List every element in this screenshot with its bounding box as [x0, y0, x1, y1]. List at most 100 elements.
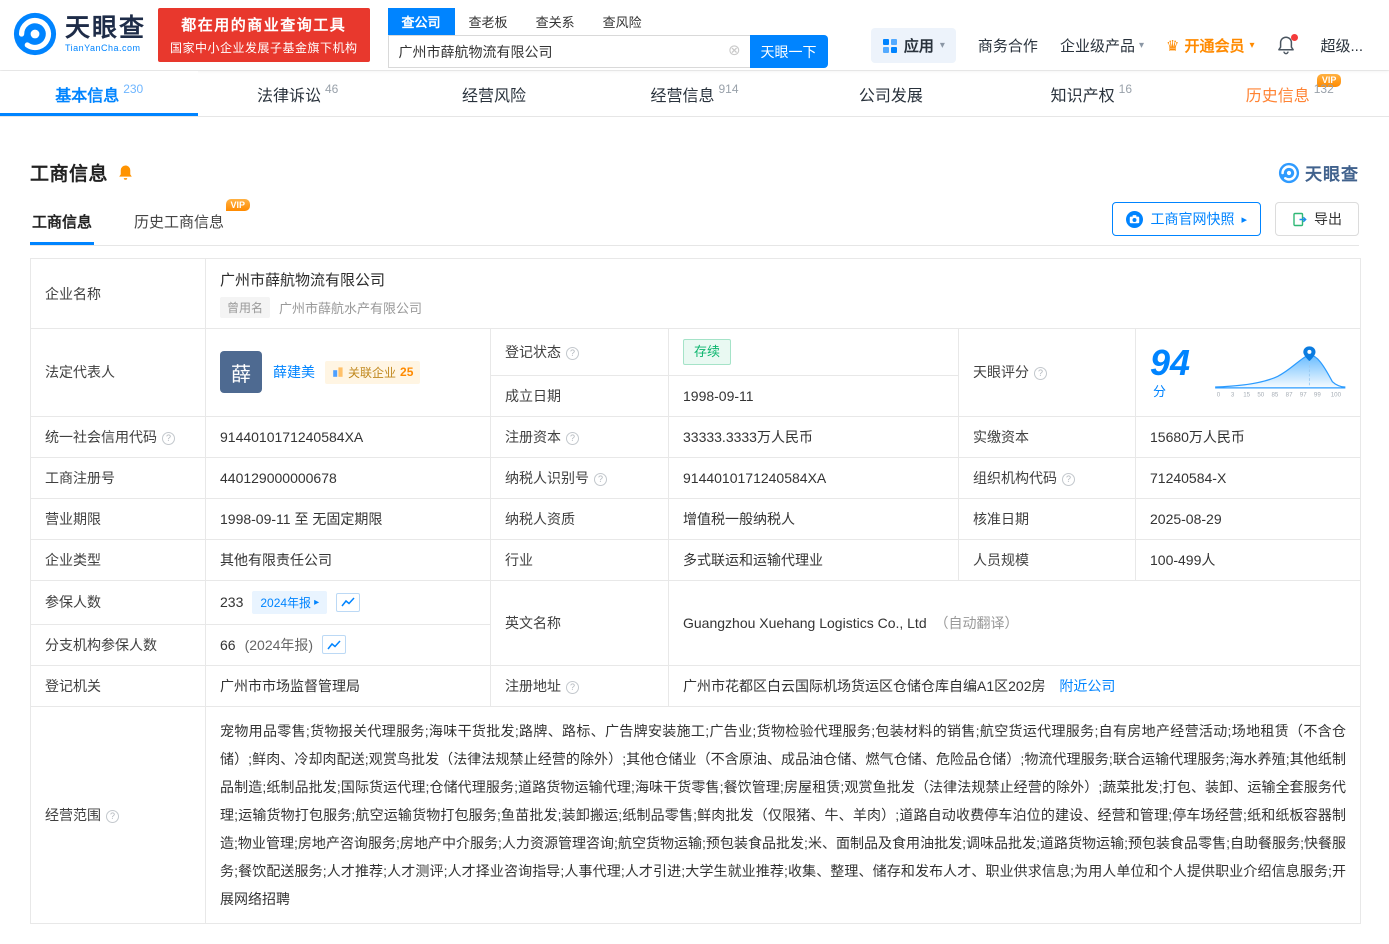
label-text: 分支机构参保人数 [45, 636, 157, 653]
label-text: 行业 [505, 551, 533, 568]
promo-banner: 都在用的商业查询工具 国家中小企业发展子基金旗下机构 [158, 8, 370, 62]
nearby-companies-link[interactable]: 附近公司 [1059, 678, 1115, 694]
super-vip-link[interactable]: 超级... [1320, 35, 1363, 56]
search-tab-risk[interactable]: 查风险 [589, 8, 656, 35]
business-cooperation-link[interactable]: 商务合作 [978, 35, 1038, 56]
trend-chart-icon[interactable] [336, 592, 361, 612]
vip-membership-link[interactable]: ♛ 开通会员 ▾ [1166, 35, 1255, 56]
field-label-business-scope: 经营范围? [30, 705, 206, 924]
nav-tab-label: 知识产权 [1050, 87, 1115, 105]
field-value-reg-number: 440129000000678 [205, 456, 491, 499]
related-companies-badge[interactable]: 关联企业 25 [325, 360, 421, 384]
help-icon[interactable]: ? [1034, 367, 1047, 381]
svg-text:15: 15 [1243, 392, 1250, 399]
field-label-org-code: 组织机构代码? [958, 456, 1136, 499]
promo-line1: 都在用的商业查询工具 [181, 17, 347, 34]
promo-line2: 国家中小企业发展子基金旗下机构 [170, 41, 358, 55]
export-button[interactable]: 导出 [1275, 202, 1359, 236]
camera-icon [1126, 210, 1144, 228]
legal-rep-link[interactable]: 薛建美 [273, 362, 315, 382]
status-badge: 存续 [683, 339, 732, 365]
tianyancha-logo[interactable]: 天眼查 TianYanCha.com [12, 11, 146, 57]
official-snapshot-button[interactable]: 工商官网快照 ▸ [1112, 202, 1261, 236]
nav-tab-count: 16 [1118, 81, 1132, 96]
subtab-bar: 工商信息 历史工商信息 VIP 工商官网快照 ▸ 导出 [30, 199, 1359, 246]
help-icon[interactable]: ? [106, 809, 119, 823]
enterprise-products-link[interactable]: 企业级产品 ▾ [1060, 35, 1144, 56]
field-value-reg-status: 存续 [668, 328, 959, 376]
help-icon[interactable]: ? [162, 431, 175, 445]
nav-tab-label: 经营信息 [650, 87, 715, 105]
company-nav-tabs: 基本信息 230 法律诉讼 46 经营风险 经营信息 914 公司发展 知识产权… [0, 70, 1389, 117]
label-text: 经营范围 [45, 806, 101, 823]
field-label-approval-date: 核准日期 [958, 497, 1136, 540]
annual-report-note: (2024年报) [244, 636, 314, 653]
search-tabs: 查公司 查老板 查关系 查风险 [387, 8, 828, 35]
label-text: 注册资本 [505, 428, 561, 445]
search-input[interactable] [387, 35, 750, 68]
nav-tab-history-info[interactable]: VIP 历史信息 132 [1191, 71, 1389, 116]
field-value-branch-insured-count: 66 (2024年报) [205, 623, 491, 666]
label-text: 统一社会信用代码 [45, 428, 157, 445]
svg-text:87: 87 [1285, 392, 1292, 399]
help-icon[interactable]: ? [566, 346, 579, 360]
label-text: 组织机构代码 [973, 469, 1057, 486]
nav-tab-basic-info[interactable]: 基本信息 230 [0, 71, 199, 116]
label-text: 工商注册号 [45, 469, 115, 486]
main-content: 工商信息 天眼查 工商信息 历史工商信息 VIP 工商官网快照 ▸ 导出 企业名… [0, 159, 1389, 944]
notification-bell-icon[interactable] [1276, 33, 1299, 57]
section-title: 工商信息 [30, 164, 109, 185]
label-text: 成立日期 [505, 387, 561, 404]
logo-text: 天眼查 [65, 14, 147, 43]
nav-tab-business-info[interactable]: 经营信息 914 [595, 71, 793, 116]
field-value-business-term: 1998-09-11 至 无固定期限 [205, 497, 491, 540]
nav-tab-label: 公司发展 [858, 87, 923, 105]
search-submit-button[interactable]: 天眼一下 [749, 35, 828, 68]
label-text: 天眼评分 [973, 364, 1029, 381]
arrow-right-icon: ▸ [314, 596, 320, 608]
export-icon [1293, 212, 1307, 226]
field-label-branch-insured-count: 分支机构参保人数 [30, 623, 206, 666]
field-value-english-name: Guangzhou Xuehang Logistics Co., Ltd （自动… [667, 579, 1362, 666]
field-value-company-type: 其他有限责任公司 [205, 538, 491, 581]
field-label-establish-date: 成立日期 [490, 374, 669, 417]
former-name-tag: 曾用名 [220, 297, 271, 318]
subscribe-bell-icon[interactable] [117, 164, 134, 181]
label-text: 登记状态 [505, 343, 561, 360]
search-tab-relation[interactable]: 查关系 [522, 8, 589, 35]
svg-text:85: 85 [1271, 392, 1278, 399]
svg-text:99: 99 [1313, 392, 1320, 399]
nav-tab-operating-risk[interactable]: 经营风险 [397, 71, 595, 116]
annual-report-button[interactable]: 2024年报 ▸ [252, 590, 328, 614]
former-name: 广州市薛航水产有限公司 [279, 301, 423, 316]
trend-chart-icon[interactable] [322, 635, 347, 654]
nav-tab-company-development[interactable]: 公司发展 [794, 71, 992, 116]
help-icon[interactable]: ? [566, 431, 579, 445]
field-value-taxpayer-qualification: 增值税一般纳税人 [668, 497, 959, 540]
label-text: 企业名称 [45, 285, 101, 302]
nav-tab-intellectual-property[interactable]: 知识产权 16 [992, 71, 1190, 116]
header-right-menu: 应用 ▾ 商务合作 企业级产品 ▾ ♛ 开通会员 ▾ 超级... [870, 28, 1363, 63]
field-label-taxpayer-id: 纳税人识别号? [490, 456, 669, 499]
tianyancha-logo-icon [13, 12, 57, 56]
logo-domain: TianYanCha.com [65, 42, 141, 53]
legal-rep-avatar[interactable]: 薛 [220, 351, 262, 394]
search-tab-company[interactable]: 查公司 [387, 8, 455, 35]
tab-history-business-info[interactable]: 历史工商信息 VIP [132, 199, 251, 245]
watermark-logo-icon [1278, 162, 1300, 183]
nav-tab-legal-proceedings[interactable]: 法律诉讼 46 [198, 71, 396, 116]
help-icon[interactable]: ? [1062, 472, 1075, 486]
apps-menu[interactable]: 应用 ▾ [870, 28, 956, 63]
nav-tab-label: 法律诉讼 [256, 87, 321, 105]
annual-report-label: 2024年报 [260, 595, 312, 610]
tab-business-registration-info[interactable]: 工商信息 [30, 203, 94, 245]
field-label-business-term: 营业期限 [30, 497, 206, 540]
crown-icon: ♛ [1165, 37, 1180, 55]
tianyan-score: 94分 [1150, 341, 1191, 399]
help-icon[interactable]: ? [594, 472, 607, 486]
vip-membership-label: 开通会员 [1184, 38, 1245, 55]
search-tab-boss[interactable]: 查老板 [455, 8, 522, 35]
help-icon[interactable]: ? [566, 680, 579, 694]
export-label: 导出 [1314, 211, 1342, 227]
clear-icon[interactable]: ⊗ [728, 43, 741, 58]
